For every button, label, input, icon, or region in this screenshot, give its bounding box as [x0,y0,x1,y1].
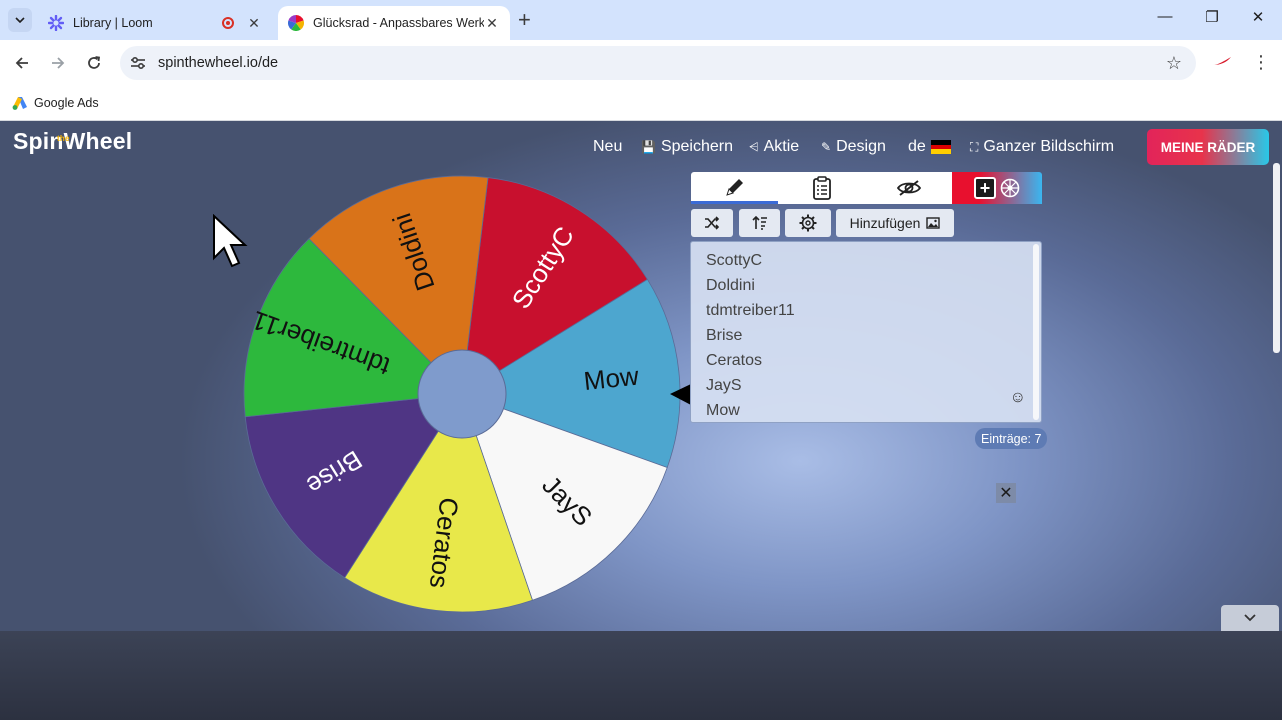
new-tab-button[interactable]: + [518,8,531,32]
mouse-cursor-icon [213,214,248,268]
bookmark-label: Google Ads [34,96,99,110]
page-bottom-band [0,631,1282,720]
shuffle-icon [705,216,720,230]
list-item: Brise [706,327,743,344]
browser-toolbar: spinthewheel.io/de ☆ ⋮ [0,40,1282,86]
tab-spinthewheel[interactable]: Glücksrad - Anpassbares Werkzeug ✕ [278,6,510,40]
page-content: Spin the Wheel Neu 💾 Speichern ⩤ Aktie ✎ Desi… [0,121,1282,631]
add-image-button[interactable]: Hinzufügen [836,209,954,237]
close-icon[interactable]: ✕ [996,483,1016,503]
wheel-segment-label: Mow [582,361,640,397]
bookmark-google-ads[interactable]: Google Ads [12,96,99,110]
pencil-icon [725,178,743,196]
bookmark-star-icon[interactable]: ☆ [1166,53,1182,74]
tab-edit[interactable] [691,172,778,204]
language-label: de [908,138,926,155]
tab-add-wheel[interactable]: + [952,172,1042,204]
list-item: Ceratos [706,352,763,369]
nav-fullscreen[interactable]: ⛶ Ganzer Bildschirm [970,136,1114,158]
address-bar[interactable]: spinthewheel.io/de ☆ [120,46,1196,80]
tab-results[interactable] [778,172,865,204]
close-tab-icon[interactable]: ✕ [484,15,500,32]
reload-button[interactable] [81,50,107,76]
nav-design-label: Design [836,138,886,155]
entries-scrollbar[interactable] [1033,244,1039,420]
list-item: tdmtreiber11 [706,302,795,319]
my-wheels-button[interactable]: MEINE RÄDER [1147,129,1269,165]
language-selector[interactable]: de [908,136,951,158]
plus-icon: + [974,177,996,199]
close-tab-icon[interactable]: ✕ [246,15,262,32]
sort-button[interactable] [739,209,780,237]
site-settings-icon[interactable] [129,54,147,72]
wheel[interactable]: ScottyCMowJaySCeratosBrisetdmtreiber11Do… [0,121,700,631]
pencil-icon: ✎ [821,140,832,154]
google-ads-icon [12,97,27,110]
nav-share[interactable]: ⩤ Aktie [749,136,799,158]
minimize-icon[interactable]: — [1153,8,1177,25]
page-scrollbar[interactable] [1273,163,1280,353]
tab-title: Library | Loom [73,16,153,30]
tab-strip: Library | Loom ✕ Glücksrad - Anpassbares… [0,0,1282,40]
collapse-button[interactable] [1221,605,1279,631]
add-image-label: Hinzufügen [849,215,921,231]
share-icon: ⩤ [749,139,759,154]
recording-icon [222,17,234,29]
fullscreen-icon: ⛶ [970,139,979,154]
entries-textarea[interactable]: ScottyC Doldini tdmtreiber11 Brise Cerat… [690,241,1042,423]
browser-menu-icon[interactable]: ⋮ [1252,52,1270,72]
nav-fullscreen-label: Ganzer Bildschirm [983,138,1115,155]
list-item: Mow [706,402,740,419]
forward-arrow-icon [52,57,65,69]
emoji-icon[interactable]: ☺ [1010,389,1026,407]
bookmarks-bar: Google Ads [0,86,1282,121]
url-text: spinthewheel.io/de [158,55,279,71]
shuffle-button[interactable] [691,209,733,237]
german-flag-icon [930,140,951,155]
back-button[interactable] [9,50,35,76]
list-item: ScottyC [706,252,763,269]
chevron-down-icon [15,17,25,23]
back-arrow-icon [15,57,28,69]
reload-icon [88,56,101,69]
wheel-hub[interactable] [417,349,507,439]
wheel-favicon-icon [288,15,304,31]
list-item: Doldini [706,277,755,294]
nav-share-label: Aktie [763,138,800,155]
extension-icon[interactable] [1212,56,1232,66]
close-window-icon[interactable]: ✕ [1246,8,1270,26]
chevron-down-icon [1244,614,1256,622]
panel-tabs: + [691,172,1042,204]
entries-count-badge: Einträge: 7 [975,428,1048,449]
wheel-icon [1000,178,1020,198]
tab-search-button[interactable] [8,8,32,32]
clipboard-icon [812,176,831,200]
restore-icon[interactable]: ❐ [1200,8,1224,26]
image-icon [926,217,941,229]
eye-slash-icon [896,180,921,196]
nav-design[interactable]: ✎ Design [821,136,886,158]
loom-favicon-icon [48,15,64,31]
settings-button[interactable] [785,209,831,237]
forward-button[interactable] [45,50,71,76]
gear-icon [799,214,817,232]
sort-icon [751,215,767,230]
tab-hidden[interactable] [865,172,952,204]
tab-title: Glücksrad - Anpassbares Werkzeug [313,16,484,30]
list-item: JayS [706,377,742,394]
tab-loom[interactable]: Library | Loom ✕ [38,6,272,40]
